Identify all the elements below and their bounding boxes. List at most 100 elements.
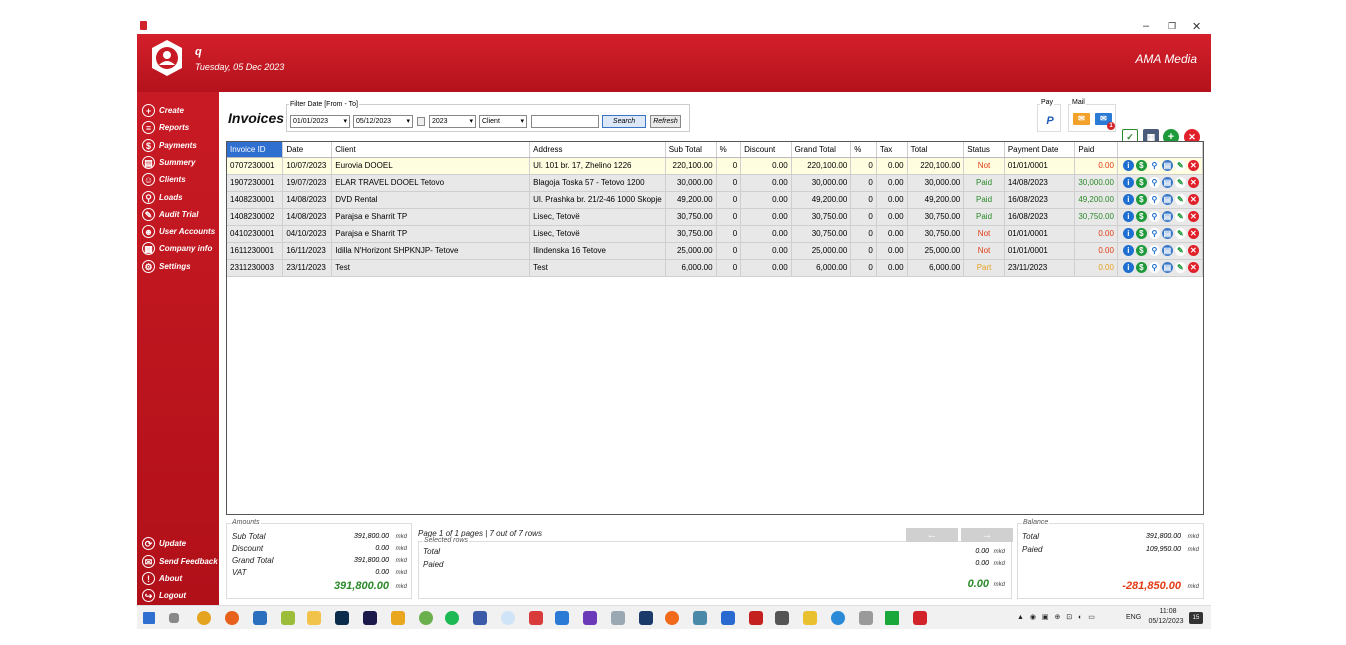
dollar-icon[interactable]: $ [1135, 211, 1147, 222]
app-icon[interactable] [391, 611, 405, 625]
dollar-icon[interactable]: $ [1135, 194, 1147, 205]
sidebar-item-user-accounts[interactable]: ☻ User Accounts [142, 223, 215, 239]
dollar-icon[interactable]: $ [1135, 228, 1147, 239]
mail-icon[interactable]: ✉ [1073, 113, 1090, 125]
app-icon[interactable] [501, 611, 515, 625]
close-window-button[interactable]: ✕ [1192, 20, 1201, 33]
year-select[interactable]: 2023 ▾ [429, 115, 476, 128]
search-icon[interactable]: ⚲ [1148, 194, 1160, 205]
table-row[interactable]: 1907230001 19/07/2023 ELAR TRAVEL DOOEL Te… [227, 174, 1204, 192]
table-row[interactable]: 2311230003 23/11/2023 Test Test 6,000.00 0 0.0… [227, 259, 1204, 277]
photoshop-icon[interactable] [335, 611, 349, 625]
sidebar-item-clients[interactable]: ☺ Clients [142, 171, 186, 187]
maximize-button[interactable]: ❐ [1168, 21, 1176, 32]
edit-icon[interactable]: ✎ [1174, 262, 1186, 273]
column-header[interactable]: % [850, 142, 877, 158]
table-row[interactable]: 1408230001 14/08/2023 DVD Rental Ul. Prashk… [227, 191, 1204, 209]
search-icon[interactable]: ⚲ [1148, 177, 1160, 188]
firefox-icon[interactable] [225, 611, 239, 625]
system-tray-icons[interactable]: ▲ ◉ ▣ ⊕ ⊡ ◐ ▭ [1017, 613, 1097, 621]
filezilla-icon[interactable] [749, 611, 763, 625]
edit-icon[interactable]: ✎ [1174, 194, 1186, 205]
search-icon[interactable]: ⚲ [1148, 245, 1160, 256]
prev-page-button[interactable]: ← [906, 528, 958, 542]
info-icon[interactable]: i [1122, 262, 1134, 273]
clock-time[interactable]: 11:08 [1154, 608, 1182, 615]
delete-row-icon[interactable]: ✕ [1187, 177, 1199, 188]
sidebar-item-update[interactable]: ⟳ Update [142, 535, 186, 551]
search-icon[interactable]: ⚲ [1148, 262, 1160, 273]
column-header[interactable]: Paid [1074, 142, 1118, 158]
print-icon[interactable]: ▤ [1161, 262, 1173, 273]
snipping-tool-icon[interactable] [775, 611, 789, 625]
table-row[interactable]: 0707230001 10/07/2023 Eurovia DOOEL Ul. 101… [227, 157, 1204, 175]
terminal-icon[interactable] [253, 611, 267, 625]
delete-row-icon[interactable]: ✕ [1187, 160, 1199, 171]
date-from-field[interactable]: 01/01/2023 ▾ [290, 115, 350, 128]
delete-row-icon[interactable]: ✕ [1187, 194, 1199, 205]
print-icon[interactable]: ▤ [1161, 194, 1173, 205]
column-header[interactable]: Payment Date [1004, 142, 1076, 158]
edit-icon[interactable]: ✎ [1174, 245, 1186, 256]
edit-icon[interactable]: ✎ [1174, 177, 1186, 188]
info-icon[interactable]: i [1122, 245, 1134, 256]
app-icon[interactable] [721, 611, 735, 625]
column-header[interactable]: Client [331, 142, 531, 158]
delete-row-icon[interactable]: ✕ [1187, 211, 1199, 222]
column-header[interactable]: Total [907, 142, 965, 158]
info-icon[interactable]: i [1122, 211, 1134, 222]
column-header[interactable]: % [716, 142, 742, 158]
column-header[interactable]: Date [282, 142, 333, 158]
refresh-button[interactable]: Refresh [650, 115, 681, 128]
sidebar-item-reports[interactable]: ≡ Reports [142, 119, 189, 135]
edit-icon[interactable]: ✎ [1174, 211, 1186, 222]
visual-studio-icon[interactable] [583, 611, 597, 625]
sidebar-item-about[interactable]: ! About [142, 570, 182, 586]
windows-start-icon[interactable] [143, 612, 155, 624]
app-icon[interactable] [803, 611, 817, 625]
app-icon[interactable] [639, 611, 653, 625]
task-view-icon[interactable] [169, 613, 179, 623]
column-header[interactable]: Address [529, 142, 666, 158]
print-icon[interactable]: ▤ [1161, 211, 1173, 222]
app-icon[interactable] [885, 611, 899, 625]
search-icon[interactable]: ⚲ [1148, 228, 1160, 239]
column-header[interactable]: Sub Total [665, 142, 717, 158]
minimize-button[interactable]: – [1143, 20, 1149, 32]
user-avatar-icon[interactable] [147, 38, 187, 78]
print-icon[interactable]: ▤ [1161, 177, 1173, 188]
dollar-icon[interactable]: $ [1135, 262, 1147, 273]
info-icon[interactable]: i [1122, 177, 1134, 188]
sidebar-item-logout[interactable]: ↪ Logout [142, 587, 186, 603]
client-select[interactable]: Client ▾ [479, 115, 527, 128]
sidebar-item-audit-trial[interactable]: ✎ Audit Trial [142, 206, 198, 222]
edit-icon[interactable]: ✎ [1174, 228, 1186, 239]
sidebar-item-loads[interactable]: ⚲ Loads [142, 189, 183, 205]
info-icon[interactable]: i [1122, 228, 1134, 239]
table-row[interactable]: 1408230002 14/08/2023 Parajsa e Sharrit TP… [227, 208, 1204, 226]
delete-row-icon[interactable]: ✕ [1187, 262, 1199, 273]
ama-app-icon[interactable] [913, 611, 927, 625]
search-input[interactable] [531, 115, 599, 128]
file-explorer-icon[interactable] [307, 611, 321, 625]
after-effects-icon[interactable] [363, 611, 377, 625]
column-header[interactable]: Invoice ID [227, 142, 284, 158]
app-icon[interactable] [859, 611, 873, 625]
app-icon[interactable] [473, 611, 487, 625]
filter-checkbox[interactable] [417, 117, 425, 126]
search-icon[interactable]: ⚲ [1148, 211, 1160, 222]
column-header[interactable]: Discount [740, 142, 792, 158]
sidebar-item-payments[interactable]: $ Payments [142, 137, 197, 153]
sidebar-item-summery[interactable]: ▤ Summery [142, 154, 195, 170]
paypal-icon[interactable]: P [1042, 113, 1058, 129]
print-icon[interactable]: ▤ [1161, 228, 1173, 239]
sidebar-item-company-info[interactable]: ▦ Company info [142, 240, 212, 256]
column-header[interactable]: Grand Total [791, 142, 852, 158]
delete-row-icon[interactable]: ✕ [1187, 245, 1199, 256]
chrome-icon[interactable] [197, 611, 211, 625]
dollar-icon[interactable]: $ [1135, 177, 1147, 188]
column-header[interactable]: Status [963, 142, 1005, 158]
column-header[interactable]: Tax [876, 142, 908, 158]
app-icon[interactable] [529, 611, 543, 625]
app-icon[interactable] [611, 611, 625, 625]
